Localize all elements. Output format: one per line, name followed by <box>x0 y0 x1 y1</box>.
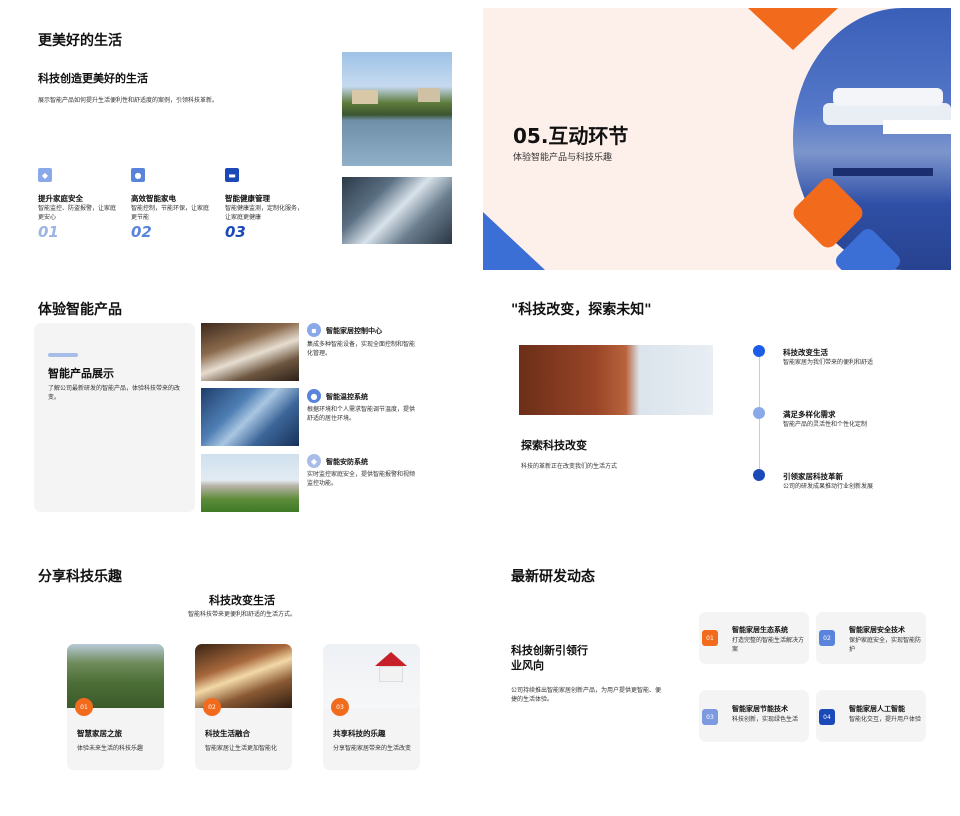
number-badge: 03 <box>331 698 349 716</box>
feature-title: 高效智能家电 <box>131 194 176 203</box>
item-desc: 集成多种智能设备，实现全面控制和智能化管理。 <box>307 341 416 357</box>
number-badge: 01 <box>702 630 718 646</box>
appliance-icon: ● <box>131 168 145 182</box>
lake-house-image <box>342 52 452 166</box>
slide-share-fun: 分享科技乐趣 科技改变生活 智能科技带来更便利和舒适的生活方式。 01 智慧家居… <box>8 554 476 816</box>
blue-triangle-bottom-left <box>483 212 545 270</box>
slide-subtitle: 科技创造更美好的生活 <box>38 72 148 85</box>
rd-desc: 保护家庭安全，实现智能防护 <box>849 637 922 653</box>
sub-title: 科技改变生活 <box>209 594 275 607</box>
timeline-title: 满足多样化需求 <box>783 410 836 419</box>
slide-title: "科技改变，探索未知" <box>511 302 652 318</box>
timeline-title: 引领家居科技革新 <box>783 472 843 481</box>
section-title: 05.互动环节 <box>513 124 629 148</box>
slide-title: 分享科技乐趣 <box>38 569 122 585</box>
shield-icon: ◆ <box>38 168 52 182</box>
thermostat-icon: ● <box>307 389 321 403</box>
card-desc: 体验未来生活的科技乐趣 <box>77 745 144 752</box>
building-image <box>201 323 299 381</box>
rd-title: 智能家居安全技术 <box>849 626 905 634</box>
feature-title: 提升家庭安全 <box>38 194 83 203</box>
timeline-dot <box>753 345 765 357</box>
rd-desc: 打造完整的智能生活解决方案 <box>732 637 805 653</box>
feature-desc: 智能控制，节能环保，让家庭更节能 <box>131 205 210 221</box>
orange-triangle-top <box>748 8 838 50</box>
item-desc: 实时监控家庭安全，提供智能报警和视频监控功能。 <box>307 471 416 487</box>
main-headline-line2: 业风向 <box>511 659 544 672</box>
rd-title: 智能家居生态系统 <box>732 626 788 634</box>
slide-title: 更美好的生活 <box>38 33 122 49</box>
brick-building-image <box>519 345 713 415</box>
slide-title: 体验智能产品 <box>38 302 122 318</box>
number-badge: 02 <box>203 698 221 716</box>
number-badge: 03 <box>702 709 718 725</box>
slide-interactive: 05.互动环节 体验智能产品与科技乐趣 <box>483 8 951 270</box>
rd-desc: 智能化交互，提升用户体验 <box>849 716 922 723</box>
slide-experience-products: 体验智能产品 智能产品展示 了解公司最新研发的智能产品，体验科技带来的改变。 ▪… <box>8 287 476 549</box>
card-title: 智能产品展示 <box>48 367 114 380</box>
card-desc: 了解公司最新研发的智能产品，体验科技带来的改变。 <box>48 385 181 401</box>
number-badge: 04 <box>819 709 835 725</box>
slide-title: 最新研发动态 <box>511 569 595 585</box>
slide-latest-rd: 最新研发动态 科技创新引领行 业风向 公司持续推出智能家居创新产品，为用户提供更… <box>483 554 951 816</box>
item-title: 智能温控系统 <box>326 393 368 401</box>
sub-desc: 智能科技带来更便利和舒适的生活方式。 <box>187 611 296 618</box>
timeline-desc: 智能家居为我们带来的便利和舒适 <box>783 359 874 366</box>
feature-desc: 智能健康监测，定制化服务，让家庭更健康 <box>225 205 304 221</box>
timeline-desc: 智能产品的灵活性和个性化定制 <box>783 421 868 428</box>
timeline-desc: 公司的研发成果推动行业创新发展 <box>783 483 874 490</box>
feature-title: 智能健康管理 <box>225 194 270 203</box>
feature-desc: 智能监控、防盗报警，让家庭更安心 <box>38 205 117 221</box>
card-title: 共享科技的乐趣 <box>333 729 386 738</box>
slide-desc: 展示智能产品如何提升生活便利性和舒适度的案例，引领科技革新。 <box>38 97 219 104</box>
timeline-title: 科技改变生活 <box>783 348 828 357</box>
number-badge: 01 <box>75 698 93 716</box>
timeline-dot <box>753 469 765 481</box>
slide-better-life: 更美好的生活 科技创造更美好的生活 展示智能产品如何提升生活便利性和舒适度的案例… <box>8 8 476 270</box>
feature-number: 03 <box>225 223 246 241</box>
rd-title: 智能家居节能技术 <box>732 705 788 713</box>
section-subtitle: 体验智能产品与科技乐趣 <box>513 153 613 163</box>
item-title: 智能家居控制中心 <box>326 327 382 335</box>
control-hub-icon: ▪ <box>307 323 321 337</box>
card-title: 智慧家居之旅 <box>77 729 122 738</box>
item-desc: 根据环境和个人需求智能调节温度，提供舒适的居住环境。 <box>307 406 416 422</box>
number-badge: 02 <box>819 630 835 646</box>
glass-building-image <box>201 388 299 446</box>
card-title: 科技生活融合 <box>205 729 250 738</box>
card-desc: 分享智能家居带来的生活改变 <box>333 745 412 752</box>
timeline-dot <box>753 407 765 419</box>
skyscraper-image <box>342 177 452 244</box>
product-showcase-card: 智能产品展示 了解公司最新研发的智能产品，体验科技带来的改变。 <box>34 323 195 512</box>
item-title: 智能安防系统 <box>326 458 368 466</box>
sub-desc: 科技的革新正在改变我们的生活方式 <box>521 463 618 470</box>
feature-number: 01 <box>38 223 59 241</box>
card-desc: 智能家居让生活更加智能化 <box>205 745 278 752</box>
sub-title: 探索科技改变 <box>521 439 587 452</box>
health-icon: ▬ <box>225 168 239 182</box>
main-headline-line1: 科技创新引领行 <box>511 644 588 657</box>
slide-tech-change: "科技改变，探索未知" 探索科技改变 科技的革新正在改变我们的生活方式 科技改变… <box>483 287 951 549</box>
rd-title: 智能家居人工智能 <box>849 705 905 713</box>
apartment-image <box>201 454 299 512</box>
security-icon: ◆ <box>307 454 321 468</box>
rd-desc: 科技创新，实现绿色生活 <box>732 716 799 723</box>
main-desc: 公司持续推出智能家居创新产品，为用户提供更智能、便捷的生活体验。 <box>511 687 662 703</box>
feature-number: 02 <box>131 223 152 241</box>
